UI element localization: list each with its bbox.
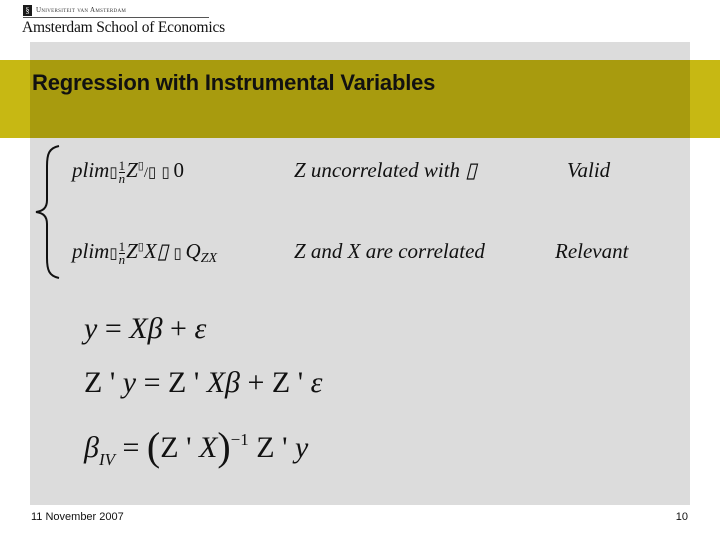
condition-property-valid: Valid: [567, 158, 611, 182]
eq3-equals: =: [115, 431, 147, 464]
fraction-denominator: n: [118, 251, 126, 267]
eq2-epsilon: ε: [310, 366, 323, 399]
expression-tail: /▯: [143, 165, 157, 181]
eq1-lhs: y: [84, 312, 98, 345]
eq2-prime1: ': [186, 366, 207, 399]
eq3-z2: Z: [248, 431, 275, 464]
arrow-glyph: ▯: [173, 246, 186, 262]
university-crest-icon: §: [23, 4, 32, 16]
eq3-beta-subscript: IV: [98, 450, 115, 469]
eq2-equals: =: [136, 366, 168, 399]
plim-operator: plim: [72, 239, 110, 263]
left-brace-icon: [35, 145, 60, 279]
eq3-right-paren: ): [217, 424, 231, 469]
eq2-z: Z: [84, 366, 103, 399]
university-logo: § Universiteit van Amsterdam: [23, 4, 126, 16]
eq3-prime2: ': [274, 431, 295, 464]
logo-divider: [23, 17, 209, 18]
matrix-z: Z: [126, 158, 138, 182]
limit-result: 0: [173, 158, 185, 182]
condition-description-validity: Z uncorrelated with ▯: [294, 158, 477, 182]
eq2-plus: +: [240, 366, 272, 399]
school-name: Amsterdam School of Economics: [22, 19, 225, 36]
eq2-prime2: ': [290, 366, 311, 399]
eq1-equals: =: [97, 312, 130, 345]
limit-result-subscript: ZX: [200, 251, 218, 266]
eq3-beta: β: [84, 431, 99, 464]
footer-date: 11 November 2007: [31, 511, 124, 523]
eq3-z: Z: [160, 431, 179, 464]
fraction-denominator: n: [118, 170, 126, 186]
fraction-one-over-n: 1n: [118, 240, 126, 267]
arrow-glyph: ▯: [161, 165, 174, 181]
missing-glyph: ▯: [109, 246, 118, 262]
condition-description-relevance: Z and X are correlated: [294, 239, 485, 263]
matrix-z: Z: [126, 239, 138, 263]
slide-title: Regression with Instrumental Variables: [32, 70, 436, 95]
eq2-xbeta: Xβ: [206, 366, 240, 399]
university-name: Universiteit van Amsterdam: [36, 6, 127, 14]
equation-iv-estimator: βIV = (Z ' X)−1 Z ' y: [84, 423, 308, 470]
eq1-rhs-xbeta: Xβ: [129, 312, 163, 345]
condition-property-relevant: Relevant: [555, 239, 629, 263]
condition-row-relevance: plim▯ 1 n Z▯X▯ ▯ QZX: [72, 239, 217, 267]
eq2-prime: ': [102, 366, 123, 399]
condition-row-validity: plim▯ 1 n Z▯/▯ ▯ 0: [72, 158, 184, 185]
equation-model: y = Xβ + ε: [84, 312, 206, 346]
limit-result: Q: [185, 239, 201, 263]
missing-glyph: ▯: [109, 165, 118, 181]
page-number: 10: [675, 511, 688, 523]
eq3-inverse-exponent: −1: [230, 430, 249, 449]
equation-premultiplied: Z ' y = Z ' Xβ + Z ' ε: [84, 366, 322, 400]
eq3-prime: ': [178, 431, 199, 464]
eq2-z2: Z: [271, 366, 291, 399]
eq2-y: y: [122, 366, 137, 399]
eq1-plus: +: [162, 312, 195, 345]
eq3-left-paren: (: [146, 424, 161, 469]
eq1-epsilon: ε: [194, 312, 207, 345]
expression-tail: X▯: [143, 239, 169, 263]
eq3-x: X: [198, 431, 218, 464]
fraction-one-over-n: 1n: [118, 159, 126, 186]
plim-operator: plim: [72, 158, 110, 182]
eq3-y: y: [294, 431, 309, 464]
eq2-z1: Z: [167, 366, 187, 399]
